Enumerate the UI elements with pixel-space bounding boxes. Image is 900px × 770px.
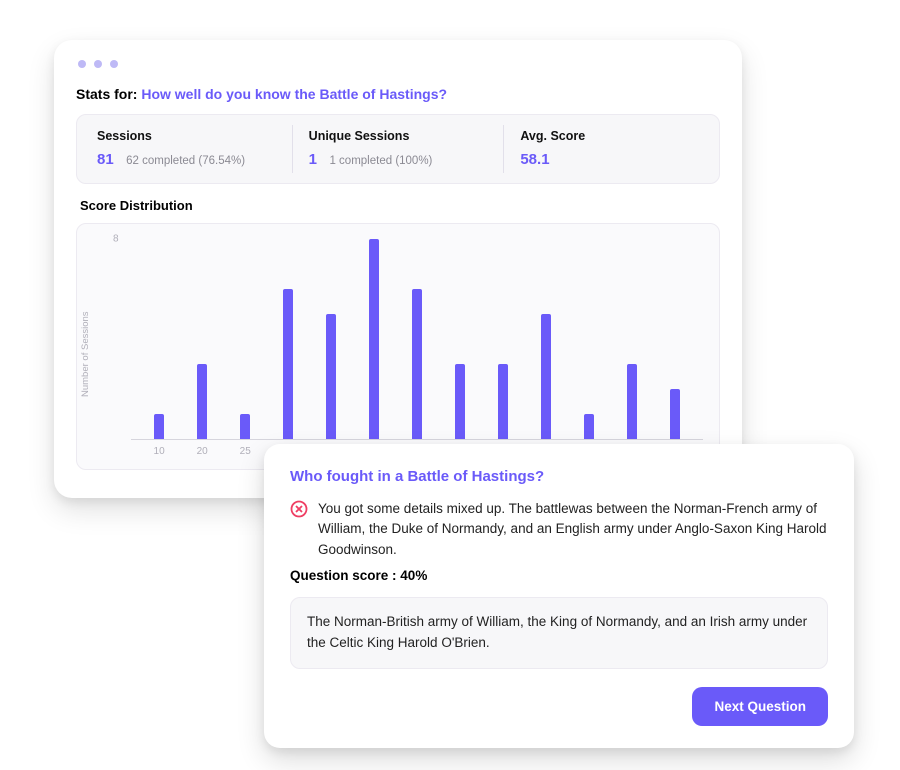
score-value: 40% — [400, 568, 427, 583]
chart-bar — [498, 364, 508, 439]
distribution-heading: Score Distribution — [80, 198, 720, 213]
metric-value: 81 — [97, 151, 114, 168]
metric-label: Unique Sessions — [309, 129, 488, 143]
chart-bar — [197, 364, 207, 439]
metrics-row: Sessions 81 62 completed (76.54%) Unique… — [76, 114, 720, 184]
chart-ylabel: Number of Sessions — [80, 311, 91, 397]
chart-xtick: 10 — [154, 446, 164, 457]
wrong-answer-icon — [290, 500, 308, 524]
feedback-line: You got some details mixed up. The battl… — [290, 499, 828, 560]
next-question-button[interactable]: Next Question — [692, 687, 828, 726]
chart-bar — [455, 364, 465, 439]
window-dot — [94, 60, 102, 68]
metric-label: Avg. Score — [520, 129, 699, 143]
chart-bar — [154, 414, 164, 439]
chart-ytick: 8 — [113, 234, 119, 245]
chart-bar — [627, 364, 637, 439]
question-score-line: Question score : 40% — [290, 568, 828, 583]
chart-bar — [326, 314, 336, 439]
chart-bar — [670, 389, 680, 439]
question-title: Who fought in a Battle of Hastings? — [290, 468, 828, 485]
window-titlebar — [76, 58, 720, 82]
question-card: Who fought in a Battle of Hastings? You … — [264, 444, 854, 748]
chart-bar — [240, 414, 250, 439]
metric-subtext: 62 completed (76.54%) — [126, 155, 245, 167]
chart-bar — [283, 289, 293, 439]
chart-xtick: 20 — [197, 446, 207, 457]
metric-unique-sessions: Unique Sessions 1 1 completed (100%) — [292, 125, 504, 173]
chart-bar — [412, 289, 422, 439]
chart-bar — [541, 314, 551, 439]
stats-for-prefix: Stats for: — [76, 86, 141, 102]
score-label: Question score : — [290, 568, 397, 583]
chart-bar — [369, 239, 379, 439]
metric-label: Sessions — [97, 129, 276, 143]
metric-avg-score: Avg. Score 58.1 — [503, 125, 715, 173]
chart-plot-area: 8 — [131, 240, 703, 440]
window-dot — [110, 60, 118, 68]
score-distribution-chart: Number of Sessions 8 1020253040506065707… — [76, 223, 720, 470]
metric-sessions: Sessions 81 62 completed (76.54%) — [81, 125, 292, 173]
metric-value: 1 — [309, 151, 317, 168]
feedback-text: You got some details mixed up. The battl… — [318, 499, 828, 560]
chart-bar — [584, 414, 594, 439]
metric-subtext: 1 completed (100%) — [329, 155, 432, 167]
metric-value: 58.1 — [520, 151, 549, 168]
stats-for-line: Stats for: How well do you know the Batt… — [76, 86, 720, 102]
window-dot — [78, 60, 86, 68]
chart-xtick: 25 — [240, 446, 250, 457]
stats-window: Stats for: How well do you know the Batt… — [54, 40, 742, 498]
user-answer-box: The Norman-British army of William, the … — [290, 597, 828, 669]
quiz-title-link[interactable]: How well do you know the Battle of Hasti… — [141, 86, 447, 102]
